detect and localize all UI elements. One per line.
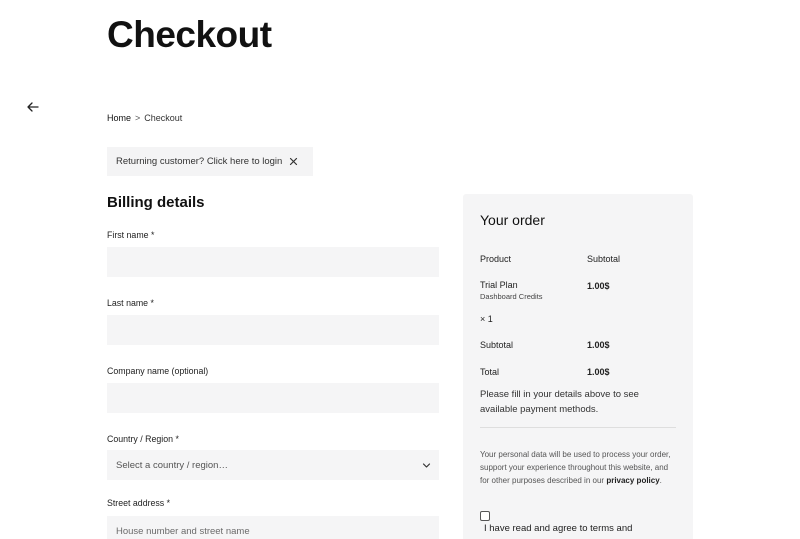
- country-select[interactable]: Select a country / region…: [107, 450, 439, 480]
- order-title: Your order: [480, 212, 545, 228]
- close-icon[interactable]: [288, 156, 299, 167]
- privacy-end: .: [659, 476, 662, 485]
- page-title: Checkout: [107, 14, 272, 55]
- country-select-value: Select a country / region…: [116, 459, 228, 471]
- privacy-policy-link[interactable]: privacy policy: [606, 476, 659, 485]
- login-notice: Returning customer? Click here to login: [107, 147, 313, 176]
- first-name-field[interactable]: [107, 247, 439, 277]
- column-product: Product: [480, 254, 512, 264]
- subtotal-value: 1.00$: [587, 340, 610, 350]
- last-name-field[interactable]: [107, 315, 439, 345]
- subtotal-label: Subtotal: [480, 340, 514, 350]
- billing-details-title: Billing details: [107, 194, 205, 211]
- order-summary: Your order Product Subtotal Trial Plan D…: [463, 194, 693, 539]
- terms-label: I have read and agree to terms and: [484, 523, 633, 534]
- street-address-label: Street address *: [107, 498, 171, 508]
- chevron-down-icon: [422, 461, 431, 470]
- breadcrumb-separator: >: [135, 113, 141, 123]
- street-address-field[interactable]: [107, 516, 439, 539]
- order-item-quantity: × 1: [480, 314, 493, 324]
- company-name-field[interactable]: [107, 383, 439, 413]
- divider: [480, 427, 676, 428]
- breadcrumb-current: Checkout: [144, 113, 183, 123]
- payment-methods-message: Please fill in your details above to see…: [480, 389, 639, 415]
- terms-checkbox[interactable]: [480, 511, 490, 521]
- order-item-name: Trial Plan: [480, 280, 518, 290]
- breadcrumb: Home > Checkout: [107, 113, 182, 123]
- company-name-label: Company name (optional): [107, 366, 209, 376]
- first-name-label: First name *: [107, 230, 155, 240]
- last-name-label: Last name *: [107, 298, 154, 308]
- order-item-price: 1.00$: [587, 281, 610, 291]
- country-label: Country / Region *: [107, 434, 179, 444]
- back-arrow-icon[interactable]: [25, 99, 41, 115]
- privacy-notice: Your personal data will be used to proce…: [480, 448, 676, 487]
- login-notice-link[interactable]: Returning customer? Click here to login: [116, 156, 282, 167]
- total-value: 1.00$: [587, 367, 610, 377]
- order-item-subtitle: Dashboard Credits: [480, 292, 543, 301]
- breadcrumb-home-link[interactable]: Home: [107, 113, 131, 123]
- column-subtotal: Subtotal: [587, 254, 621, 264]
- total-label: Total: [480, 367, 500, 377]
